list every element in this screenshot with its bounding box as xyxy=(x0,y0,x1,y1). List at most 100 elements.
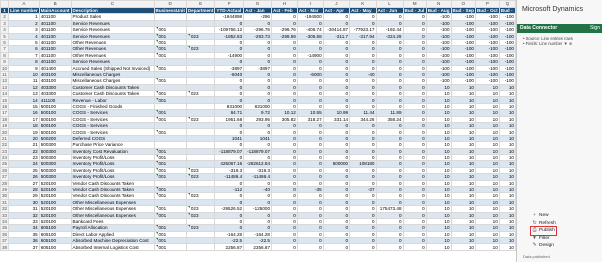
table-cell[interactable]: 37 xyxy=(8,243,40,251)
column-header-k[interactable]: K xyxy=(349,0,377,8)
cell-value: 023 xyxy=(190,212,199,218)
field-header[interactable]: Bud - Jul xyxy=(402,6,427,15)
cell-value: 001 xyxy=(158,167,167,173)
table-cell[interactable]: 10 xyxy=(425,243,452,251)
text-number-warning-icon xyxy=(155,98,158,100)
cell-value: 023 xyxy=(190,116,199,122)
text-number-warning-icon xyxy=(187,117,190,119)
data-connector-bar: Data Connector Sign xyxy=(517,24,602,33)
table-cell[interactable]: 001 xyxy=(153,243,187,251)
column-header-n[interactable]: N xyxy=(425,0,452,8)
column-header-p[interactable]: P xyxy=(474,0,500,8)
text-number-warning-icon xyxy=(155,232,158,234)
table-cell[interactable]: 0 xyxy=(322,243,351,251)
table-cell[interactable]: Absorbed Machine Depreciation Cost xyxy=(70,237,155,245)
field-header[interactable]: Line number xyxy=(8,6,40,15)
table-cell[interactable]: 2256.87 xyxy=(243,243,272,251)
menu-item-design[interactable]: ✎ Design xyxy=(531,242,556,250)
field-header[interactable]: Bud - Oct xyxy=(474,6,500,15)
text-number-warning-icon xyxy=(155,155,158,158)
cell-value: 001 xyxy=(158,33,167,39)
menu-item-publish[interactable]: ⎙ Publish xyxy=(530,226,557,236)
select-all-corner[interactable] xyxy=(0,0,10,8)
sign-in-link[interactable]: Sign xyxy=(590,24,600,33)
field-header[interactable]: BusinessUnit xyxy=(153,6,187,15)
table-cell[interactable]: -109766.12 xyxy=(214,26,245,34)
menu-item-label: Refresh xyxy=(539,220,556,226)
table-cell[interactable]: 10 xyxy=(450,243,476,251)
table-cell[interactable]: 0 xyxy=(271,243,298,251)
table-cell[interactable]: 0 xyxy=(402,243,427,251)
cell-value: 001 xyxy=(158,27,167,33)
field-header[interactable]: Bud - Sep xyxy=(450,6,476,15)
menu-item-filter[interactable]: ▼ Filter xyxy=(531,235,556,243)
field-header[interactable]: YTD-Actual xyxy=(214,6,245,15)
table-row: 38 37 605100 Absorbed Internal Logistics Co… xyxy=(0,243,516,251)
menu-item-new[interactable]: + New xyxy=(531,212,556,220)
table-cell[interactable]: -118879.07 xyxy=(214,147,245,156)
text-number-warning-icon xyxy=(155,174,158,177)
table-cell[interactable] xyxy=(185,243,216,251)
table-cell[interactable]: Accrued Sales (Shipped Not Invoiced) xyxy=(70,64,155,72)
column-header-d[interactable]: D xyxy=(153,0,187,8)
field-header[interactable]: Bud - Aug xyxy=(425,6,452,15)
text-number-warning-icon xyxy=(155,245,158,247)
text-number-warning-icon xyxy=(155,168,158,170)
column-header-b[interactable]: B xyxy=(38,0,72,8)
text-number-warning-icon xyxy=(187,34,190,36)
text-number-warning-icon xyxy=(155,78,158,81)
row-number[interactable]: 38 xyxy=(0,243,10,251)
column-header-f[interactable]: F xyxy=(214,0,245,8)
plus-icon: + xyxy=(533,213,536,218)
text-number-warning-icon xyxy=(155,161,158,164)
cell-value: 001 xyxy=(158,40,167,46)
menu-item-refresh[interactable]: ↻ Refresh xyxy=(531,220,556,228)
cell-value: 023 xyxy=(190,33,199,39)
text-number-warning-icon xyxy=(155,110,158,113)
column-header-o[interactable]: O xyxy=(450,0,476,8)
table-cell[interactable]: 0 xyxy=(375,243,404,251)
cell-value: 023 xyxy=(190,46,199,52)
cell-value: 001 xyxy=(158,206,167,212)
column-header-i[interactable]: I xyxy=(296,0,324,8)
table-cell[interactable]: Absorbed Internal Logistics Cost xyxy=(70,243,155,251)
table-cell[interactable]: 605100 xyxy=(38,243,72,251)
field-header[interactable]: Department xyxy=(185,6,216,15)
text-number-warning-icon xyxy=(155,206,158,209)
text-number-warning-icon xyxy=(187,225,190,228)
spreadsheet[interactable]: ABCDEFGHIJKLMNOPQ 1 Line number MainAccoun… xyxy=(0,0,516,262)
table-cell[interactable]: 10 xyxy=(498,243,516,251)
text-number-warning-icon xyxy=(155,213,158,215)
data-grid[interactable]: ABCDEFGHIJKLMNOPQ 1 Line number MainAccoun… xyxy=(0,0,516,251)
pane-title: Microsoft Dynamics xyxy=(522,6,584,13)
column-header-q[interactable]: Q xyxy=(498,0,516,8)
text-number-warning-icon xyxy=(155,193,158,196)
column-header-e[interactable]: E xyxy=(185,0,216,8)
cell-value: 001 xyxy=(158,225,167,231)
column-header-j[interactable]: J xyxy=(322,0,351,8)
text-number-warning-icon xyxy=(155,34,158,36)
design-icon: ✎ xyxy=(532,243,537,248)
table-cell[interactable]: 175473.48 xyxy=(375,205,404,213)
text-number-warning-icon xyxy=(187,46,190,49)
column-header-m[interactable]: M xyxy=(402,0,427,8)
table-cell[interactable]: 0 xyxy=(296,243,324,251)
table-cell[interactable]: -77923.17 xyxy=(349,26,377,34)
column-header-h[interactable]: H xyxy=(271,0,298,8)
table-cell[interactable]: -30414.87 xyxy=(322,26,351,34)
column-header-a[interactable]: A xyxy=(8,0,40,8)
table-cell[interactable]: 2256.87 xyxy=(214,243,245,251)
table-cell[interactable]: -282612.84 xyxy=(243,160,272,168)
table-cell[interactable]: 0 xyxy=(349,243,377,251)
table-cell[interactable]: -118879.07 xyxy=(243,147,272,156)
text-number-warning-icon xyxy=(155,238,158,241)
table-cell[interactable]: 10 xyxy=(474,243,500,251)
cell-value: 001 xyxy=(158,65,167,71)
field-header[interactable]: MainAccount xyxy=(38,6,72,15)
text-number-warning-icon xyxy=(187,213,190,215)
column-header-c[interactable]: C xyxy=(70,0,155,8)
column-header-g[interactable]: G xyxy=(243,0,272,8)
cell-value: 023 xyxy=(190,225,199,231)
column-header-l[interactable]: L xyxy=(375,0,404,8)
cell-value: 001 xyxy=(158,161,167,167)
